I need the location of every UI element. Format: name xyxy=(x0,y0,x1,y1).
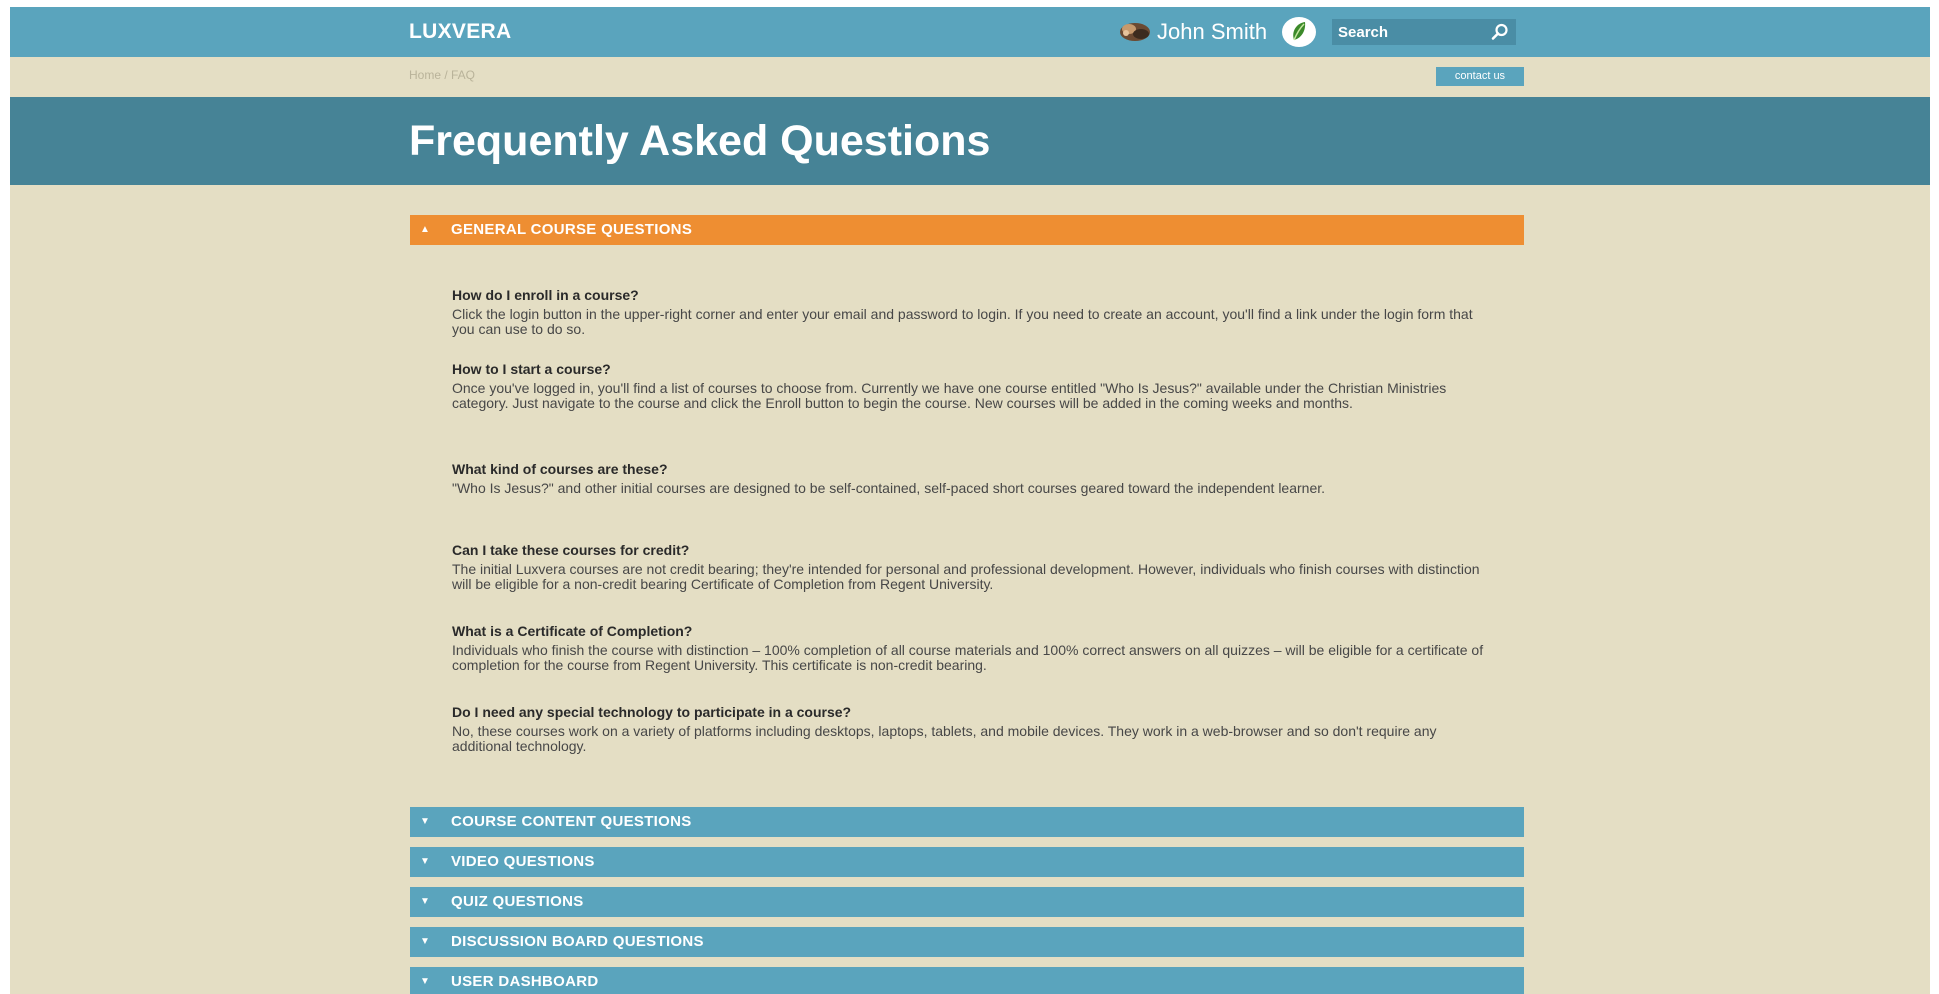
page-frame: LUXVERA John Smith Home / FAQ contact us… xyxy=(10,7,1930,994)
page-hero-banner: Frequently Asked Questions xyxy=(10,97,1930,185)
arrow-down-icon: ▼ xyxy=(420,976,430,987)
accordion-user-dashboard[interactable]: ▼ USER DASHBOARD xyxy=(410,967,1524,994)
search-box xyxy=(1332,19,1516,45)
faq-item: Do I need any special technology to part… xyxy=(452,702,1492,753)
accordion-label: QUIZ QUESTIONS xyxy=(451,893,584,910)
accordion-video-questions[interactable]: ▼ VIDEO QUESTIONS xyxy=(410,847,1524,877)
faq-answer: "Who Is Jesus?" and other initial course… xyxy=(452,480,1326,496)
faq-answer: Individuals who finish the course with d… xyxy=(452,642,1484,673)
faq-answer: Click the login button in the upper-righ… xyxy=(452,306,1473,337)
accordion-label: COURSE CONTENT QUESTIONS xyxy=(451,813,692,830)
user-name-link[interactable]: John Smith xyxy=(1157,19,1267,45)
page-title: Frequently Asked Questions xyxy=(409,117,991,165)
breadcrumb[interactable]: Home / FAQ xyxy=(409,68,475,82)
faq-answer: No, these courses work on a variety of p… xyxy=(452,723,1437,754)
faq-item: What is a Certificate of Completion? Ind… xyxy=(452,621,1492,672)
arrow-down-icon: ▼ xyxy=(420,936,430,947)
faq-question: What is a Certificate of Completion? xyxy=(452,623,693,639)
faq-answer: The initial Luxvera courses are not cred… xyxy=(452,561,1480,592)
search-input[interactable] xyxy=(1338,22,1488,42)
accordion-label: DISCUSSION BOARD QUESTIONS xyxy=(451,933,704,950)
faq-item: What kind of courses are these? "Who Is … xyxy=(452,459,1492,496)
faq-item: How to I start a course? Once you've log… xyxy=(452,359,1492,410)
contact-us-button[interactable]: contact us xyxy=(1436,67,1524,86)
accordion-label: USER DASHBOARD xyxy=(451,973,599,990)
site-logo[interactable]: LUXVERA xyxy=(409,20,511,44)
arrow-down-icon: ▼ xyxy=(420,816,430,827)
avatar-icon[interactable] xyxy=(1117,20,1153,44)
search-icon[interactable] xyxy=(1490,22,1510,42)
faq-question: How to I start a course? xyxy=(452,361,611,377)
faq-question: What kind of courses are these? xyxy=(452,461,668,477)
faq-question: Can I take these courses for credit? xyxy=(452,542,690,558)
accordion-label: GENERAL COURSE QUESTIONS xyxy=(451,221,693,238)
top-nav-bar: LUXVERA John Smith xyxy=(10,7,1930,57)
arrow-down-icon: ▼ xyxy=(420,856,430,867)
accordion-quiz-questions[interactable]: ▼ QUIZ QUESTIONS xyxy=(410,887,1524,917)
leaf-icon[interactable] xyxy=(1282,17,1316,47)
faq-question: How do I enroll in a course? xyxy=(452,287,639,303)
accordion-course-content-questions[interactable]: ▼ COURSE CONTENT QUESTIONS xyxy=(410,807,1524,837)
faq-question: Do I need any special technology to part… xyxy=(452,704,852,720)
arrow-up-icon: ▲ xyxy=(420,224,430,235)
accordion-label: VIDEO QUESTIONS xyxy=(451,853,595,870)
faq-item: How do I enroll in a course? Click the l… xyxy=(452,285,1492,336)
faq-answer: Once you've logged in, you'll find a lis… xyxy=(452,380,1447,411)
accordion-general-course-questions[interactable]: ▲ GENERAL COURSE QUESTIONS xyxy=(410,215,1524,245)
faq-item: Can I take these courses for credit? The… xyxy=(452,540,1492,591)
arrow-down-icon: ▼ xyxy=(420,896,430,907)
accordion-discussion-board-questions[interactable]: ▼ DISCUSSION BOARD QUESTIONS xyxy=(410,927,1524,957)
